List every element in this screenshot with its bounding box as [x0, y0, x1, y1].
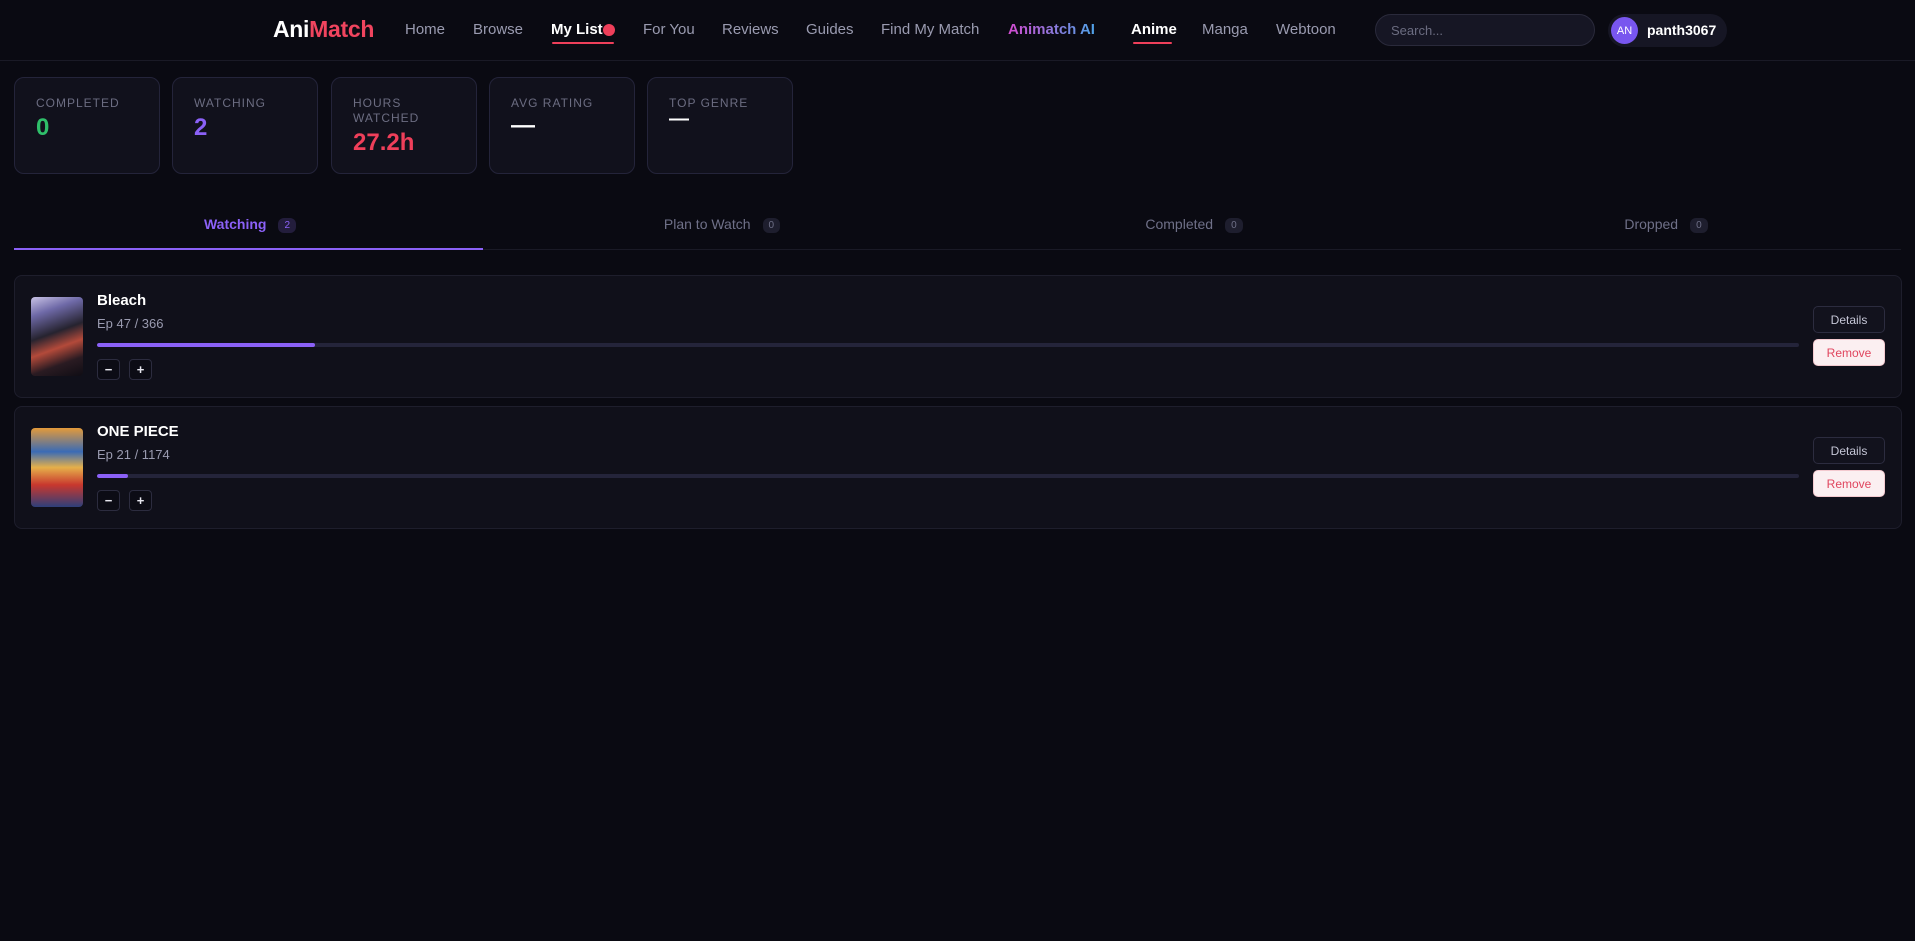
list-item: Bleach Ep 47 / 366 − + Details Remove — [14, 275, 1902, 398]
nav-reviews[interactable]: Reviews — [722, 21, 779, 38]
notification-dot-icon — [603, 24, 615, 36]
tab-count-badge: 0 — [1690, 218, 1708, 233]
user-menu[interactable]: AN panth3067 — [1608, 14, 1727, 47]
episode-progress-text: Ep 47 / 366 — [97, 316, 164, 331]
stat-label: Watching — [194, 96, 266, 110]
anime-cover-image[interactable] — [31, 428, 83, 507]
stat-card-completed: Completed 0 — [14, 77, 160, 174]
anime-cover-image[interactable] — [31, 297, 83, 376]
stat-value: 2 — [194, 114, 208, 141]
nav-browse[interactable]: Browse — [473, 21, 523, 38]
anime-title[interactable]: ONE PIECE — [97, 423, 179, 440]
stat-card-hours-watched: Hours Watched 27.2h — [331, 77, 477, 174]
media-tab-anime-underline — [1133, 42, 1172, 44]
stat-label: Completed — [36, 96, 120, 110]
tab-count-badge: 2 — [278, 218, 297, 233]
increment-episode-button[interactable]: + — [129, 490, 152, 511]
tab-label: Dropped — [1624, 216, 1679, 232]
remove-button[interactable]: Remove — [1813, 339, 1885, 366]
decrement-episode-button[interactable]: − — [97, 359, 120, 380]
nav-animatch-ai[interactable]: Animatch AI — [1008, 21, 1095, 38]
stat-card-watching: Watching 2 — [172, 77, 318, 174]
top-navbar: AniMatch Home Browse My List For You Rev… — [0, 0, 1915, 61]
decrement-episode-button[interactable]: − — [97, 490, 120, 511]
tab-label: Watching — [203, 216, 267, 232]
search-input[interactable] — [1375, 14, 1595, 46]
tab-dropped[interactable]: Dropped 0 — [1430, 210, 1902, 250]
tab-label: Plan to Watch — [663, 216, 751, 232]
app-logo[interactable]: AniMatch — [273, 16, 374, 43]
tab-watching[interactable]: Watching 2 — [14, 210, 486, 250]
stat-card-avg-rating: Avg Rating — — [489, 77, 635, 174]
tab-count-badge: 0 — [762, 218, 781, 233]
media-tab-manga[interactable]: Manga — [1202, 21, 1248, 38]
details-button[interactable]: Details — [1813, 306, 1885, 333]
tab-label: Completed — [1145, 216, 1214, 232]
nav-home[interactable]: Home — [405, 21, 445, 38]
username: panth3067 — [1647, 22, 1717, 38]
tab-count-badge: 0 — [1225, 218, 1243, 233]
stat-card-top-genre: Top Genre — — [647, 77, 793, 174]
episode-progress-text: Ep 21 / 1174 — [97, 447, 170, 462]
increment-episode-button[interactable]: + — [129, 359, 152, 380]
tab-completed[interactable]: Completed 0 — [958, 210, 1430, 250]
stat-value: — — [511, 112, 535, 139]
tab-active-indicator — [14, 248, 483, 250]
stat-label: Avg Rating — [511, 96, 594, 110]
nav-guides[interactable]: Guides — [806, 21, 854, 38]
nav-find-my-match[interactable]: Find My Match — [881, 21, 979, 38]
nav-my-list-underline — [552, 42, 614, 44]
media-tab-anime[interactable]: Anime — [1131, 21, 1177, 38]
list-item: ONE PIECE Ep 21 / 1174 − + Details Remov… — [14, 406, 1902, 529]
progress-bar — [97, 343, 1799, 347]
nav-my-list[interactable]: My List — [551, 21, 603, 38]
stat-value: 0 — [36, 114, 50, 141]
progress-bar-fill — [97, 474, 128, 478]
anime-title[interactable]: Bleach — [97, 292, 146, 309]
logo-part-match: Match — [309, 16, 375, 42]
stat-label: Hours Watched — [353, 96, 420, 125]
stat-value: — — [669, 108, 689, 130]
progress-bar-fill — [97, 343, 315, 347]
nav-for-you[interactable]: For You — [643, 21, 695, 38]
stat-value: 27.2h — [353, 129, 415, 156]
progress-bar — [97, 474, 1799, 478]
details-button[interactable]: Details — [1813, 437, 1885, 464]
avatar: AN — [1611, 17, 1638, 44]
media-tab-webtoon[interactable]: Webtoon — [1276, 21, 1336, 38]
tab-plan-to-watch[interactable]: Plan to Watch 0 — [486, 210, 958, 250]
logo-part-ani: Ani — [273, 16, 310, 42]
remove-button[interactable]: Remove — [1813, 470, 1885, 497]
